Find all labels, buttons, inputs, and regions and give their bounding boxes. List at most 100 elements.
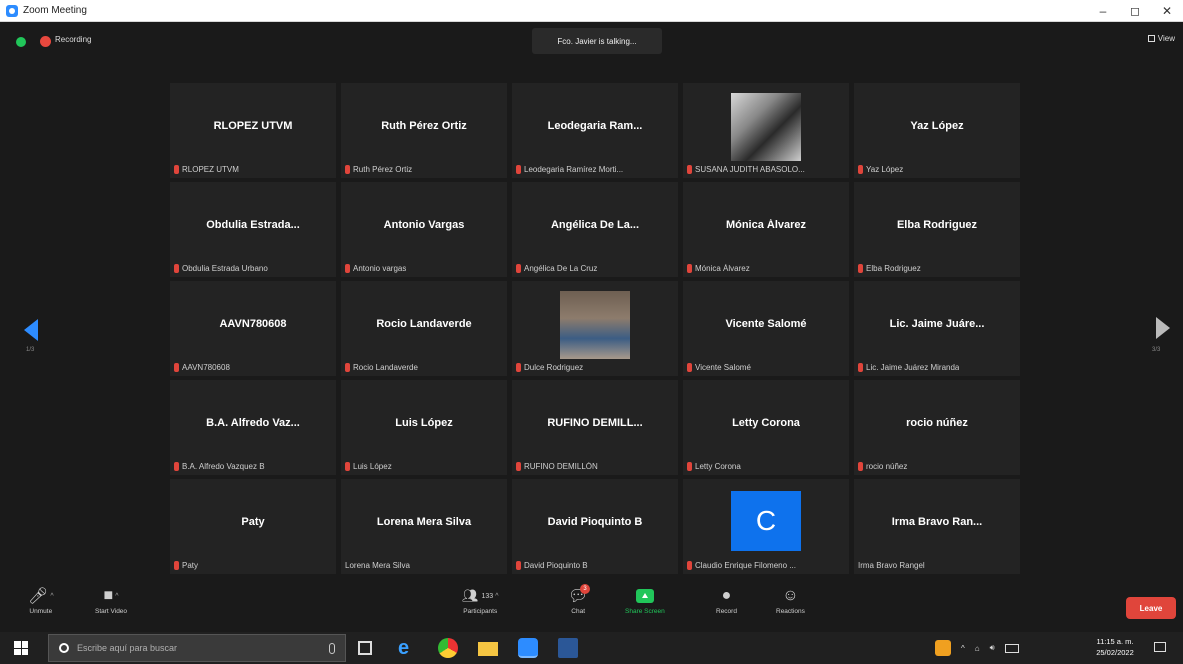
participant-avatar: C bbox=[731, 491, 801, 551]
chevron-up-icon[interactable]: ^ bbox=[495, 593, 498, 600]
participant-tile[interactable]: Angélica De La... Angélica De La Cruz bbox=[512, 182, 678, 277]
muted-microphone-icon bbox=[516, 264, 521, 273]
participant-name-text: B.A. Alfredo Vazquez B bbox=[182, 462, 265, 471]
edge-browser-icon[interactable]: e bbox=[398, 638, 418, 658]
keyboard-icon[interactable] bbox=[1004, 643, 1019, 653]
reactions-button[interactable]: ☺︎ Reactions bbox=[776, 584, 805, 615]
participant-tile[interactable]: RUFINO DEMILL... RUFINO DEMILLÓN bbox=[512, 380, 678, 475]
window-controls: – ◻ ✕ bbox=[1087, 0, 1183, 22]
participant-tile[interactable]: Irma Bravo Ran... Irma Bravo Rangel bbox=[854, 479, 1020, 574]
file-explorer-icon[interactable] bbox=[478, 642, 498, 656]
participant-tile[interactable]: Luis López Luis López bbox=[341, 380, 507, 475]
participant-tile[interactable]: Antonio Vargas Antonio vargas bbox=[341, 182, 507, 277]
participant-display-name: AAVN780608 bbox=[219, 318, 287, 330]
maximize-button[interactable]: ◻ bbox=[1119, 0, 1151, 22]
participant-display-name: David Pioquinto B bbox=[547, 516, 643, 528]
participant-name-label: Vicente Salomé bbox=[687, 363, 751, 372]
participant-tile[interactable]: Yaz López Yaz López bbox=[854, 83, 1020, 178]
participant-tile[interactable]: Mónica Álvarez Mónica Álvarez bbox=[683, 182, 849, 277]
participant-display-name: Paty bbox=[241, 516, 265, 528]
participant-tile[interactable]: C Claudio Enrique Filomeno ... bbox=[683, 479, 849, 574]
muted-microphone-icon bbox=[687, 165, 692, 174]
participant-name-label: rocio núñez bbox=[858, 462, 907, 471]
participant-tile[interactable]: AAVN780608 AAVN780608 bbox=[170, 281, 336, 376]
word-icon[interactable] bbox=[558, 638, 578, 658]
zoom-app-icon bbox=[6, 4, 18, 17]
taskbar-search-input[interactable] bbox=[77, 643, 277, 653]
volume-icon[interactable]: 🔊︎ bbox=[990, 643, 995, 653]
taskbar-search[interactable] bbox=[48, 634, 346, 662]
muted-microphone-icon bbox=[345, 264, 350, 273]
participant-tile[interactable]: rocio núñez rocio núñez bbox=[854, 380, 1020, 475]
share-screen-icon bbox=[635, 589, 654, 603]
participant-tile[interactable]: Lorena Mera Silva Lorena Mera Silva bbox=[341, 479, 507, 574]
participant-name-label: Paty bbox=[174, 561, 198, 570]
record-button[interactable]: ● Record bbox=[716, 584, 737, 615]
talking-indicator: Fco. Javier is talking... bbox=[532, 28, 662, 54]
participant-display-name: Vicente Salomé bbox=[725, 318, 807, 330]
participant-name-text: Luis López bbox=[353, 462, 392, 471]
zoom-taskbar-icon[interactable] bbox=[518, 638, 538, 658]
participant-name-label: Lorena Mera Silva bbox=[345, 561, 410, 570]
participant-tile[interactable]: Dulce Rodriguez bbox=[512, 281, 678, 376]
chrome-browser-icon[interactable] bbox=[438, 638, 458, 658]
start-video-button[interactable]: ■ ^ Start Video bbox=[95, 584, 127, 615]
share-screen-button[interactable]: Share Screen bbox=[625, 584, 665, 615]
minimize-button[interactable]: – bbox=[1087, 0, 1119, 22]
chevron-up-icon[interactable]: ^ bbox=[115, 593, 118, 600]
participant-name-text: Angélica De La Cruz bbox=[524, 264, 598, 273]
participant-tile[interactable]: SUSANA JUDITH ABASOLO... bbox=[683, 83, 849, 178]
participant-tile[interactable]: Letty Corona Letty Corona bbox=[683, 380, 849, 475]
next-page-arrow-icon[interactable] bbox=[1156, 317, 1170, 339]
chat-button[interactable]: 💬︎ 3 Chat bbox=[568, 584, 590, 615]
record-icon: ● bbox=[721, 587, 732, 604]
recording-icon[interactable] bbox=[40, 36, 51, 47]
participant-name-label: RUFINO DEMILLÓN bbox=[516, 462, 598, 471]
unmute-button[interactable]: 🎤︎ ^ Unmute bbox=[28, 584, 54, 615]
participant-tile[interactable]: Ruth Pérez Ortiz Ruth Pérez Ortiz bbox=[341, 83, 507, 178]
participant-tile[interactable]: Rocio Landaverde Rocio Landaverde bbox=[341, 281, 507, 376]
participant-tile[interactable]: Obdulia Estrada... Obdulia Estrada Urbano bbox=[170, 182, 336, 277]
chevron-up-icon[interactable]: ^ bbox=[50, 593, 53, 600]
participant-tile[interactable]: B.A. Alfredo Vaz... B.A. Alfredo Vazquez … bbox=[170, 380, 336, 475]
previous-page-arrow-icon[interactable] bbox=[24, 319, 38, 341]
participant-tile[interactable]: Leodegaria Ram... Leodegaria Ramírez Mort… bbox=[512, 83, 678, 178]
participant-name-label: Letty Corona bbox=[687, 462, 741, 471]
participant-tile[interactable]: David Pioquinto B David Pioquinto B bbox=[512, 479, 678, 574]
participant-tile[interactable]: Elba Rodriguez Elba Rodriguez bbox=[854, 182, 1020, 277]
muted-microphone-icon bbox=[174, 561, 179, 570]
participant-name-text: Leodegaria Ramírez Morti... bbox=[524, 165, 624, 174]
muted-microphone-icon bbox=[345, 165, 350, 174]
muted-microphone-icon bbox=[687, 462, 692, 471]
microphone-icon[interactable] bbox=[329, 643, 335, 654]
view-button[interactable]: View bbox=[1147, 34, 1175, 43]
participant-tile[interactable]: Paty Paty bbox=[170, 479, 336, 574]
chat-label: Chat bbox=[571, 608, 586, 615]
windows-start-icon[interactable] bbox=[14, 641, 28, 655]
meeting-top-bar: Recording Fco. Javier is talking... View bbox=[0, 22, 1183, 60]
task-view-icon[interactable] bbox=[358, 641, 372, 655]
leave-button[interactable]: Leave bbox=[1126, 597, 1176, 619]
participant-tile[interactable]: Vicente Salomé Vicente Salomé bbox=[683, 281, 849, 376]
muted-microphone-icon bbox=[174, 363, 179, 372]
close-button[interactable]: ✕ bbox=[1151, 0, 1183, 22]
participant-tile[interactable]: Lic. Jaime Juáre... Lic. Jaime Juárez Mir… bbox=[854, 281, 1020, 376]
participant-name-text: Ruth Pérez Ortiz bbox=[353, 165, 413, 174]
muted-microphone-icon bbox=[345, 363, 350, 372]
muted-microphone-icon bbox=[174, 165, 179, 174]
window-title: Zoom Meeting bbox=[23, 5, 87, 16]
notification-app-icon[interactable] bbox=[935, 640, 951, 656]
participants-button[interactable]: 👥︎ 133 ^ Participants bbox=[462, 584, 499, 615]
window-title-bar: Zoom Meeting – ◻ ✕ bbox=[0, 0, 1183, 22]
taskbar-clock[interactable]: 11:15 a. m. 25/02/2022 bbox=[1092, 636, 1138, 658]
chevron-up-icon[interactable]: ^ bbox=[961, 644, 965, 653]
participant-display-name: RLOPEZ UTVM bbox=[213, 120, 293, 132]
notifications-icon[interactable] bbox=[1154, 642, 1166, 652]
muted-microphone-icon bbox=[345, 462, 350, 471]
participant-name-text: Vicente Salomé bbox=[695, 363, 751, 372]
shield-icon[interactable] bbox=[16, 37, 26, 47]
unmute-label: Unmute bbox=[29, 608, 53, 615]
participant-tile[interactable]: RLOPEZ UTVM RLOPEZ UTVM bbox=[170, 83, 336, 178]
clock-date: 25/02/2022 bbox=[1096, 648, 1134, 657]
network-icon[interactable]: ⌂ bbox=[975, 644, 980, 653]
